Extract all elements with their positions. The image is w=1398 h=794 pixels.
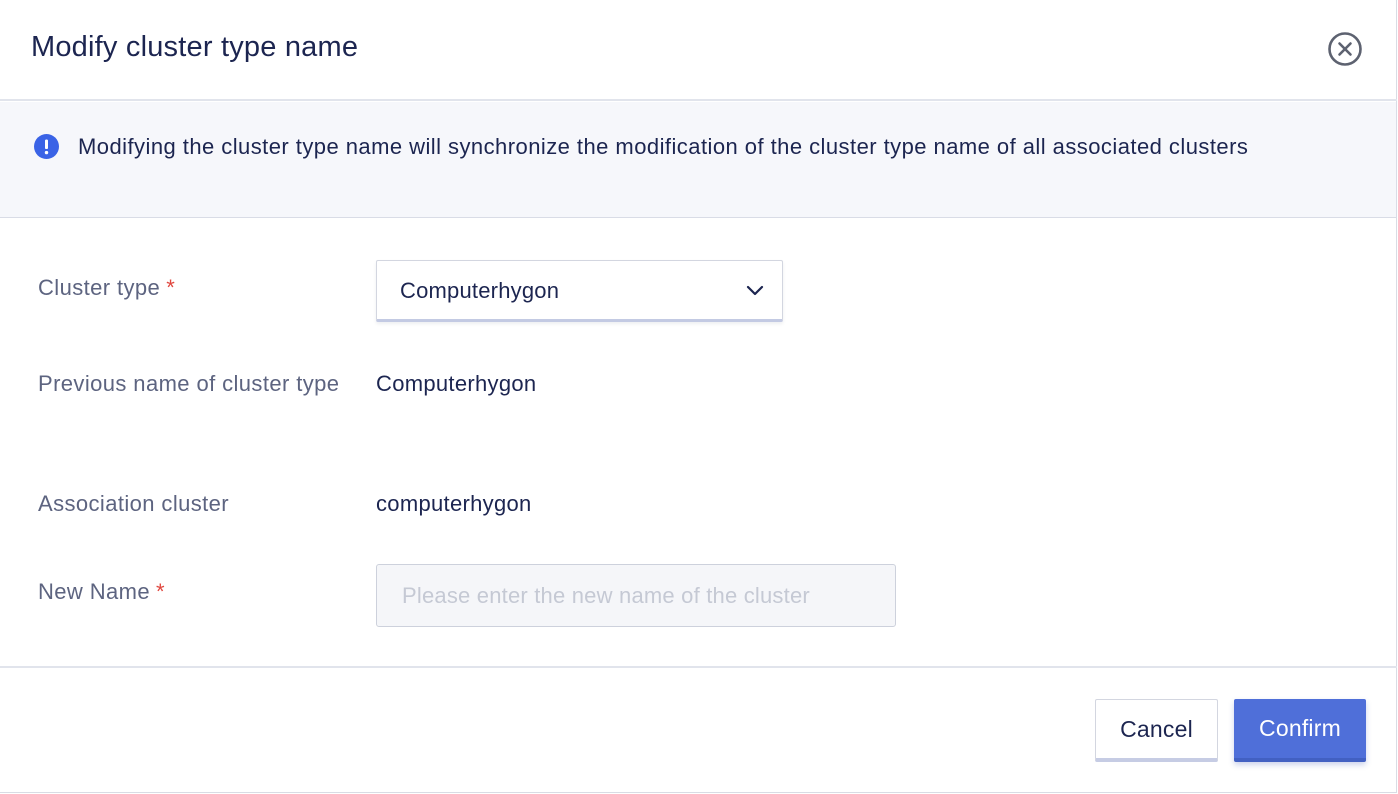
previous-name-label: Previous name of cluster type: [38, 371, 340, 396]
dialog-title: Modify cluster type name: [31, 31, 359, 63]
new-name-label: New Name *: [38, 579, 165, 604]
cluster-type-label: Cluster type *: [38, 275, 176, 300]
info-exclamation-icon: [34, 134, 59, 159]
cluster-type-selected-value: Computerhygon: [400, 278, 560, 303]
footer-divider: [0, 666, 1397, 668]
cancel-button[interactable]: Cancel: [1095, 699, 1218, 762]
confirm-button[interactable]: Confirm: [1234, 699, 1366, 762]
new-name-input[interactable]: [376, 564, 896, 627]
modify-cluster-type-dialog: Modify cluster type name Modifying the c…: [0, 0, 1397, 793]
required-mark: *: [166, 275, 176, 300]
required-mark: *: [156, 579, 165, 604]
close-icon[interactable]: [1327, 31, 1363, 67]
alert-message: Modifying the cluster type name will syn…: [78, 134, 1249, 159]
info-alert: Modifying the cluster type name will syn…: [0, 102, 1397, 218]
previous-name-value: Computerhygon: [376, 371, 537, 396]
dialog-header: Modify cluster type name: [0, 0, 1397, 101]
association-cluster-value: computerhygon: [376, 491, 532, 516]
chevron-down-icon: [745, 283, 765, 297]
association-cluster-label: Association cluster: [38, 491, 230, 516]
cluster-type-select[interactable]: Computerhygon: [376, 260, 783, 322]
